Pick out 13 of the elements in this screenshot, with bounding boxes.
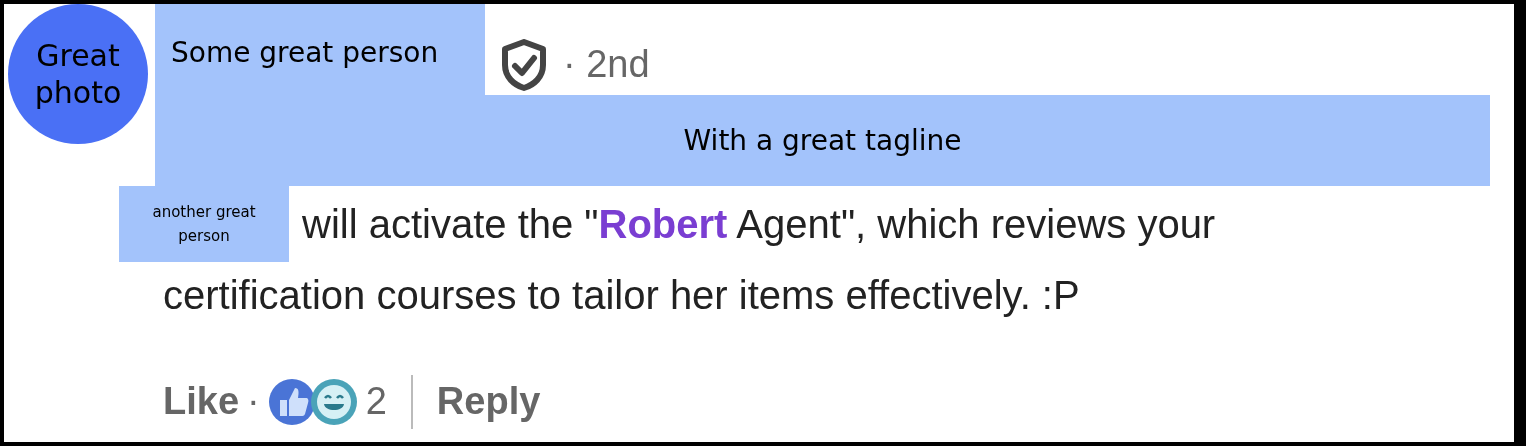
like-link[interactable]: Like	[163, 373, 240, 430]
avatar: Great photo	[8, 4, 148, 144]
author-name: Some great person	[155, 4, 485, 95]
separator-dot: ·	[247, 379, 260, 424]
laughing-face-icon	[309, 377, 358, 426]
connection-degree: · 2nd	[563, 45, 650, 83]
author-tagline: With a great tagline	[155, 95, 1490, 186]
comment-text-line: certification courses to tailor her items effectively. :P	[163, 272, 1081, 319]
mention-name: another great person	[119, 186, 289, 262]
reaction-count[interactable]: 2	[365, 373, 387, 430]
reply-link[interactable]: Reply	[436, 373, 541, 430]
comment-text-line: will activate the "Robert Agent", which reviews your	[302, 201, 1216, 248]
thumbs-up-icon	[267, 377, 316, 426]
